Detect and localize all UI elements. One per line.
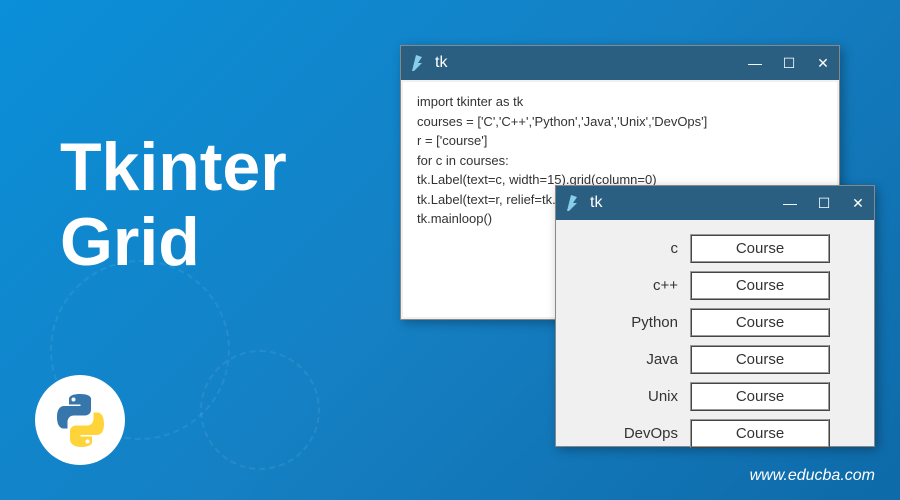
table-row: c Course [576,234,854,263]
title-line-1: Tkinter [60,130,287,205]
window-title: tk [435,54,747,72]
window-controls: — ☐ ✕ [747,55,831,71]
footer-url: www.educba.com [750,467,875,485]
tk-feather-icon [564,195,580,211]
row-value: Course [690,345,830,374]
row-value: Course [690,419,830,448]
title-line-2: Grid [60,205,287,280]
code-line: for c in courses: [417,151,823,171]
table-row: c++ Course [576,271,854,300]
python-icon [53,393,108,448]
maximize-button[interactable]: ☐ [781,55,797,71]
minimize-button[interactable]: — [782,195,798,211]
row-label: Python [600,314,690,331]
row-label: DevOps [600,425,690,442]
python-logo-badge [35,375,125,465]
code-line: courses = ['C','C++','Python','Java','Un… [417,112,823,132]
row-label: c [600,240,690,257]
row-label: c++ [600,277,690,294]
output-window: tk — ☐ ✕ c Course c++ Course Python Cour… [555,185,875,447]
table-row: Java Course [576,345,854,374]
grid-output: c Course c++ Course Python Course Java C… [556,220,874,446]
minimize-button[interactable]: — [747,55,763,71]
row-value: Course [690,308,830,337]
table-row: Unix Course [576,382,854,411]
row-value: Course [690,271,830,300]
titlebar[interactable]: tk — ☐ ✕ [401,46,839,80]
titlebar[interactable]: tk — ☐ ✕ [556,186,874,220]
table-row: DevOps Course [576,419,854,448]
code-line: r = ['course'] [417,131,823,151]
bg-gear-decoration [200,350,320,470]
code-line: import tkinter as tk [417,92,823,112]
table-row: Python Course [576,308,854,337]
tk-feather-icon [409,55,425,71]
page-title: Tkinter Grid [60,130,287,280]
row-value: Course [690,382,830,411]
close-button[interactable]: ✕ [850,195,866,211]
maximize-button[interactable]: ☐ [816,195,832,211]
window-controls: — ☐ ✕ [782,195,866,211]
row-label: Java [600,351,690,368]
row-value: Course [690,234,830,263]
row-label: Unix [600,388,690,405]
window-title: tk [590,194,782,212]
close-button[interactable]: ✕ [815,55,831,71]
